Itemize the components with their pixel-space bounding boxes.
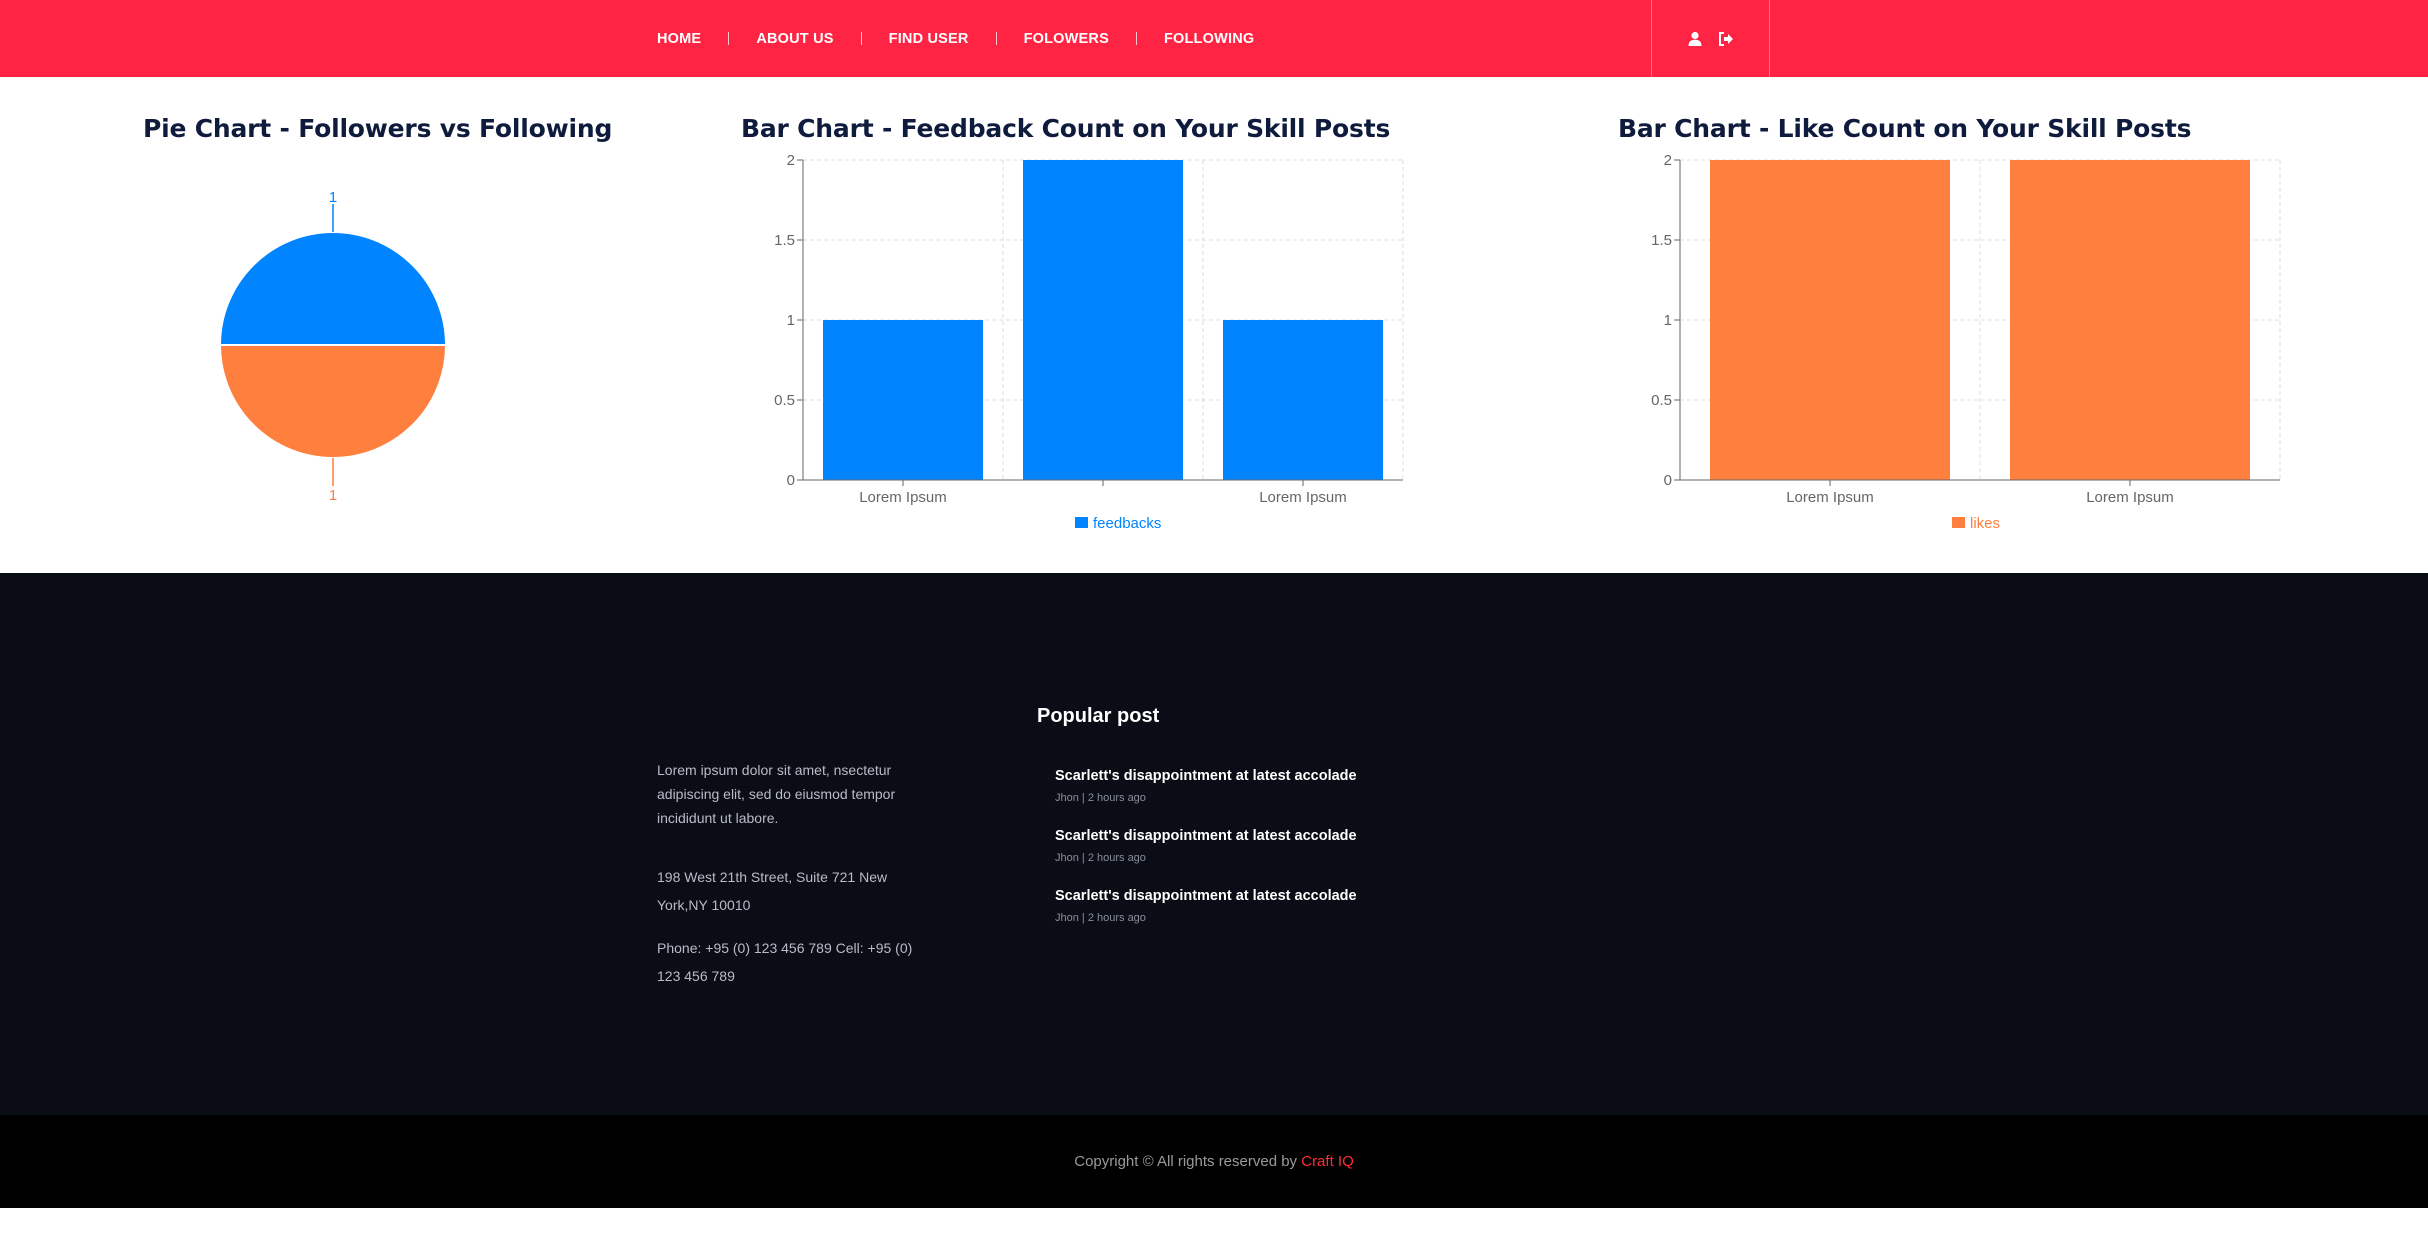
brand-link[interactable]: Craft IQ (1301, 1153, 1354, 1170)
nav-divider (1135, 32, 1137, 45)
like-x-tick-label: Lorem Ipsum (2086, 489, 2174, 506)
feedback-legend-swatch (1075, 517, 1088, 528)
feedback-y-tick-label: 1 (787, 312, 795, 329)
pie-data-label: 1 (329, 189, 337, 206)
feedback-y-tick-label: 0 (787, 472, 795, 489)
nav-home[interactable]: HOME (657, 31, 701, 47)
nav-find-user[interactable]: FIND USER (889, 31, 969, 47)
feedback-legend: feedbacks (1075, 515, 1161, 532)
feedback-chart-title: Bar Chart - Feedback Count on Your Skill… (741, 114, 1391, 143)
pie-data-label: 1 (329, 487, 337, 504)
sign-out-icon[interactable] (1717, 30, 1735, 48)
like-y-tick-label: 1.5 (1651, 232, 1672, 249)
feedback-x-tick-label: Lorem Ipsum (1259, 489, 1347, 506)
like-legend: likes (1952, 515, 2000, 532)
copyright-label: Copyright © All rights reserved by (1074, 1153, 1302, 1170)
footer-address: 198 West 21th Street, Suite 721 New York… (657, 869, 888, 913)
copyright-bar: Copyright © All rights reserved by Craft… (0, 1115, 2428, 1208)
post-meta: Jhon | 2 hours ago (1055, 852, 1146, 864)
popular-post-title: Popular post (1037, 705, 1160, 727)
post-title-link[interactable]: Scarlett's disappointment at latest acco… (1055, 768, 1385, 784)
feedback-bar (1023, 160, 1183, 480)
feedback-bar-chart: 0 0.5 1 1.5 2 Lorem Ipsum Lorem Ipsum feedbacks (774, 152, 1404, 532)
feedback-x-tick-label: Lorem Ipsum (859, 489, 947, 506)
top-navbar: HOME ABOUT US FIND USER FOLOWERS FOLLOWI… (0, 0, 2428, 77)
feedback-legend-label: feedbacks (1093, 515, 1161, 532)
like-legend-swatch (1952, 517, 1965, 528)
copyright-text: Copyright © All rights reserved by Craft… (0, 1115, 2428, 1208)
nav-about-us[interactable]: ABOUT US (756, 31, 833, 47)
footer-about-text: Lorem ipsum dolor sit amet, nsectetur ad… (657, 762, 896, 826)
like-bar (2010, 160, 2250, 480)
nav-divider (728, 32, 730, 45)
nav-divider (995, 32, 997, 45)
nav-followers[interactable]: FOLOWERS (1024, 31, 1109, 47)
popular-post-item: Scarlett's disappointment at latest acco… (1055, 828, 1385, 888)
post-meta: Jhon | 2 hours ago (1055, 792, 1146, 804)
main-nav: HOME ABOUT US FIND USER FOLOWERS FOLLOWI… (657, 0, 1254, 77)
nav-icon-group (1651, 0, 1770, 77)
like-x-tick-label: Lorem Ipsum (1786, 489, 1874, 506)
pie-slice (218, 231, 448, 346)
like-y-tick-label: 0.5 (1651, 392, 1672, 409)
pie-chart: 11 (218, 189, 448, 504)
like-bar-chart: 0 0.5 1 1.5 2 Lorem Ipsum Lorem Ipsum likes (1651, 152, 2281, 532)
feedback-bar (823, 320, 983, 480)
popular-post-item: Scarlett's disappointment at latest acco… (1055, 768, 1385, 828)
like-y-tick-label: 1 (1664, 312, 1672, 329)
like-y-tick-label: 0 (1664, 472, 1672, 489)
popular-post-list: Scarlett's disappointment at latest acco… (1055, 768, 1385, 948)
pie-chart-title: Pie Chart - Followers vs Following (143, 114, 613, 143)
popular-post-item: Scarlett's disappointment at latest acco… (1055, 888, 1385, 948)
post-title-link[interactable]: Scarlett's disappointment at latest acco… (1055, 828, 1385, 844)
nav-following[interactable]: FOLLOWING (1164, 31, 1254, 47)
pie-slice (218, 344, 448, 459)
feedback-y-tick-label: 1.5 (774, 232, 795, 249)
post-meta: Jhon | 2 hours ago (1055, 912, 1146, 924)
feedback-y-tick-label: 0.5 (774, 392, 795, 409)
user-icon[interactable] (1686, 30, 1704, 48)
like-y-tick-label: 2 (1664, 152, 1672, 169)
like-bar (1710, 160, 1950, 480)
nav-divider (860, 32, 862, 45)
like-legend-label: likes (1970, 515, 2000, 532)
like-chart-title: Bar Chart - Like Count on Your Skill Pos… (1618, 114, 2192, 143)
site-footer: Lorem ipsum dolor sit amet, nsectetur ad… (0, 573, 2428, 1115)
footer-phone: Phone: +95 (0) 123 456 789 Cell: +95 (0)… (657, 940, 913, 984)
feedback-y-tick-label: 2 (787, 152, 795, 169)
feedback-bar (1223, 320, 1383, 480)
post-title-link[interactable]: Scarlett's disappointment at latest acco… (1055, 888, 1385, 904)
